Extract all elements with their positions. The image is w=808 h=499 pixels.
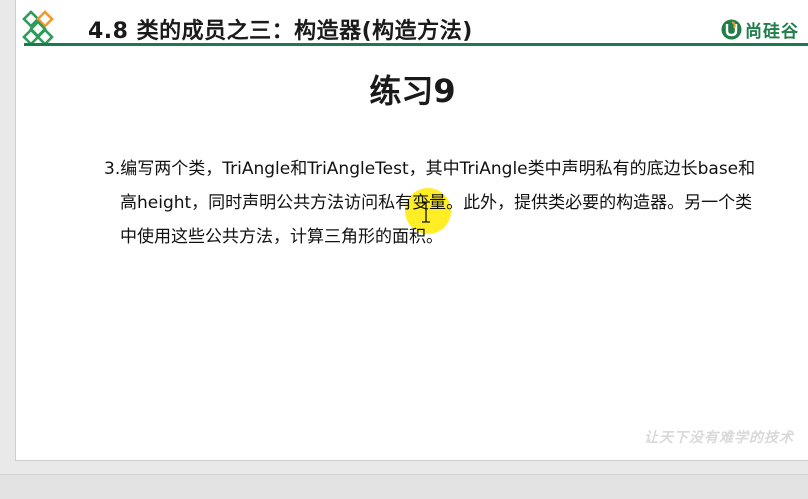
brand-logo: 尚硅谷 <box>721 17 799 42</box>
problem-text: 3.编写两个类，TriAngle和TriAngleTest，其中TriAngle… <box>104 159 756 247</box>
slide: 4.8 类的成员之三：构造器(构造方法) 尚硅谷 练习9 3.编写两个类，Tri… <box>15 0 808 461</box>
text-cursor-icon <box>422 201 430 223</box>
header-divider <box>24 43 808 46</box>
brand-name: 尚硅谷 <box>745 22 799 42</box>
exercise-heading: 练习9 <box>369 72 456 110</box>
status-bar <box>0 474 808 499</box>
slogan-watermark: 让天下没有难学的技术 <box>644 430 794 446</box>
slide-title: 4.8 类的成员之三：构造器(构造方法) <box>88 19 473 44</box>
u-leaf-icon <box>721 19 742 40</box>
diamond-grid-icon <box>22 10 54 46</box>
screen: 4.8 类的成员之三：构造器(构造方法) 尚硅谷 练习9 3.编写两个类，Tri… <box>0 0 808 499</box>
